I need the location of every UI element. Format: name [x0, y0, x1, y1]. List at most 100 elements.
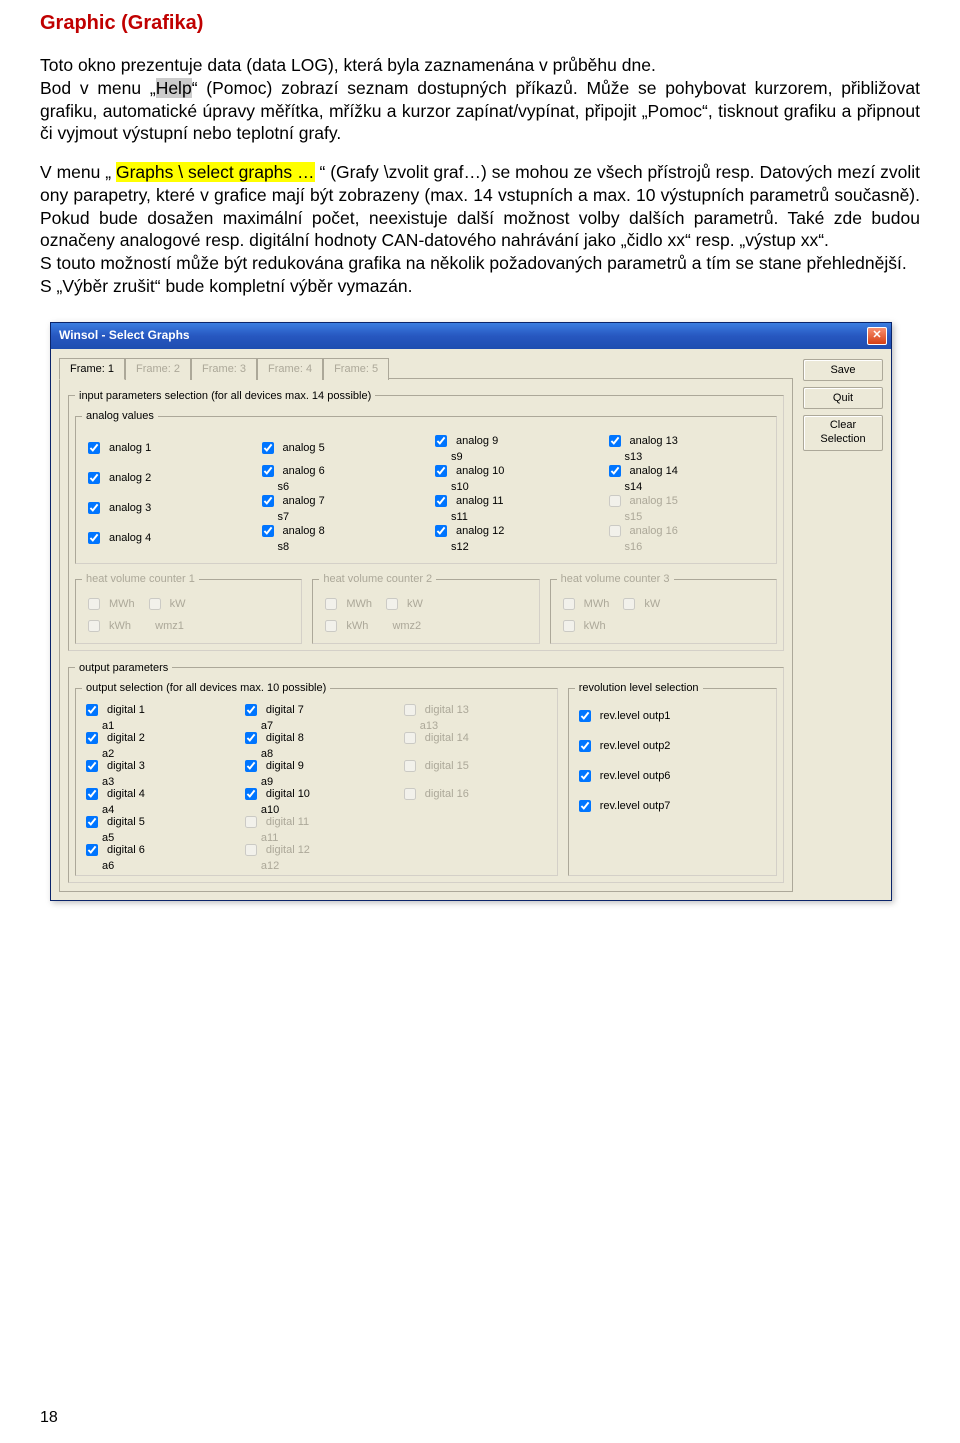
analog-checkbox[interactable]: analog 8 — [258, 522, 422, 540]
tab-frame-4[interactable]: Frame: 4 — [257, 358, 323, 380]
dialog-titlebar[interactable]: Winsol - Select Graphs ✕ — [51, 323, 891, 349]
digital-label: digital 5 — [107, 815, 145, 829]
hv1-legend: heat volume counter 1 — [82, 572, 199, 586]
quit-button[interactable]: Quit — [803, 387, 883, 409]
digital-checkbox[interactable]: digital 8 — [241, 729, 392, 747]
analog-checkbox[interactable]: analog 4 — [84, 529, 248, 547]
analog-checkbox: analog 16 — [605, 522, 769, 540]
heat-volume-1-fieldset: heat volume counter 1 MWh kW kWh wmz1 — [75, 572, 302, 643]
dialog-title: Winsol - Select Graphs — [59, 328, 190, 344]
select-graphs-dialog: Winsol - Select Graphs ✕ Frame: 1 Frame:… — [50, 322, 892, 902]
save-button[interactable]: Save — [803, 359, 883, 381]
rev-level-label: rev.level outp6 — [600, 769, 671, 783]
digital-label: digital 12 — [266, 843, 310, 857]
digital-label: digital 2 — [107, 731, 145, 745]
digital-checkbox: digital 13 — [400, 701, 551, 719]
digital-checkbox[interactable]: digital 5 — [82, 813, 233, 831]
rev-level-label: rev.level outp7 — [600, 799, 671, 813]
analog-label: analog 5 — [283, 441, 325, 455]
digital-checkbox[interactable]: digital 9 — [241, 757, 392, 775]
digital-checkbox[interactable]: digital 2 — [82, 729, 233, 747]
analog-checkbox[interactable]: analog 14 — [605, 462, 769, 480]
doc-para-3-prefix: V menu „ — [40, 162, 116, 182]
menu-path-highlight: Graphs \ select graphs … — [116, 162, 315, 182]
digital-label: digital 15 — [425, 759, 469, 773]
analog-checkbox[interactable]: analog 12 — [431, 522, 595, 540]
page-number: 18 — [40, 1408, 58, 1429]
analog-checkbox[interactable]: analog 7 — [258, 492, 422, 510]
analog-values-fieldset: analog values analog 1analog 5analog 9s9… — [75, 409, 777, 564]
rev-level-label: rev.level outp1 — [600, 709, 671, 723]
hv3-mwh-checkbox: MWh — [559, 595, 610, 613]
tab-frame-1[interactable]: Frame: 1 — [59, 358, 125, 380]
tab-frame-2[interactable]: Frame: 2 — [125, 358, 191, 380]
digital-label: digital 7 — [266, 703, 304, 717]
digital-label: digital 8 — [266, 731, 304, 745]
hv2-mwh-checkbox: MWh — [321, 595, 372, 613]
rev-level-checkbox[interactable]: rev.level outp2 — [575, 731, 770, 761]
revolution-level-fieldset: revolution level selection rev.level out… — [568, 681, 777, 876]
digital-label: digital 10 — [266, 787, 310, 801]
digital-checkbox[interactable]: digital 4 — [82, 785, 233, 803]
digital-checkbox[interactable]: digital 3 — [82, 757, 233, 775]
close-button[interactable]: ✕ — [867, 327, 887, 345]
analog-label: analog 14 — [630, 464, 678, 478]
doc-para-3: V menu „ Graphs \ select graphs … “ (Gra… — [40, 161, 920, 298]
rev-level-checkbox[interactable]: rev.level outp6 — [575, 761, 770, 791]
frame-tabs: Frame: 1 Frame: 2 Frame: 3 Frame: 4 Fram… — [59, 357, 793, 379]
output-selection-legend: output selection (for all devices max. 1… — [82, 681, 330, 695]
digital-sublabel: a6 — [82, 859, 233, 873]
analog-label: analog 9 — [456, 434, 498, 448]
digital-checkbox[interactable]: digital 1 — [82, 701, 233, 719]
digital-sublabel: a12 — [241, 859, 392, 873]
doc-para-1: Toto okno prezentuje data (data LOG), kt… — [40, 54, 920, 145]
analog-checkbox[interactable]: analog 11 — [431, 492, 595, 510]
analog-checkbox[interactable]: analog 13 — [605, 432, 769, 450]
rev-level-checkbox[interactable]: rev.level outp1 — [575, 701, 770, 731]
revolution-level-legend: revolution level selection — [575, 681, 703, 695]
rev-level-label: rev.level outp2 — [600, 739, 671, 753]
analog-sublabel: s8 — [258, 540, 422, 554]
digital-label: digital 14 — [425, 731, 469, 745]
analog-checkbox[interactable]: analog 10 — [431, 462, 595, 480]
output-selection-fieldset: output selection (for all devices max. 1… — [75, 681, 558, 876]
input-params-legend: input parameters selection (for all devi… — [75, 389, 375, 403]
analog-checkbox[interactable]: analog 2 — [84, 469, 248, 487]
analog-checkbox[interactable]: analog 1 — [84, 439, 248, 457]
digital-checkbox: digital 14 — [400, 729, 551, 747]
heat-volume-2-fieldset: heat volume counter 2 MWh kW kWh wmz2 — [312, 572, 539, 643]
digital-checkbox[interactable]: digital 10 — [241, 785, 392, 803]
analog-values-legend: analog values — [82, 409, 158, 423]
digital-checkbox[interactable]: digital 7 — [241, 701, 392, 719]
tab-frame-3[interactable]: Frame: 3 — [191, 358, 257, 380]
digital-label: digital 13 — [425, 703, 469, 717]
hv2-kwh-checkbox: kWh wmz2 — [321, 617, 530, 635]
digital-checkbox[interactable]: digital 6 — [82, 841, 233, 859]
hv3-legend: heat volume counter 3 — [557, 572, 674, 586]
doc-heading: Graphic (Grafika) — [40, 10, 920, 36]
hv1-kw-checkbox: kW — [145, 595, 186, 613]
tab-frame-5[interactable]: Frame: 5 — [323, 358, 389, 380]
digital-checkbox: digital 16 — [400, 785, 551, 803]
analog-sublabel: s16 — [605, 540, 769, 554]
hv3-kw-checkbox: kW — [619, 595, 660, 613]
digital-checkbox: digital 12 — [241, 841, 392, 859]
doc-para-4: S touto možností může být redukována gra… — [40, 253, 907, 273]
doc-para-1a: Toto okno prezentuje data (data LOG), kt… — [40, 55, 656, 75]
hv1-mwh-checkbox: MWh — [84, 595, 135, 613]
analog-checkbox[interactable]: analog 5 — [258, 439, 422, 457]
analog-label: analog 7 — [283, 494, 325, 508]
digital-checkbox: digital 15 — [400, 757, 551, 775]
digital-label: digital 11 — [266, 815, 309, 829]
hv1-kwh-checkbox: kWh wmz1 — [84, 617, 293, 635]
analog-label: analog 13 — [630, 434, 678, 448]
analog-checkbox[interactable]: analog 3 — [84, 499, 248, 517]
analog-label: analog 1 — [109, 441, 151, 455]
clear-selection-button[interactable]: Clear Selection — [803, 415, 883, 451]
analog-checkbox[interactable]: analog 9 — [431, 432, 595, 450]
digital-label: digital 4 — [107, 787, 145, 801]
input-params-fieldset: input parameters selection (for all devi… — [68, 389, 784, 651]
heat-volume-3-fieldset: heat volume counter 3 MWh kW kWh — [550, 572, 777, 643]
rev-level-checkbox[interactable]: rev.level outp7 — [575, 791, 770, 821]
analog-checkbox[interactable]: analog 6 — [258, 462, 422, 480]
